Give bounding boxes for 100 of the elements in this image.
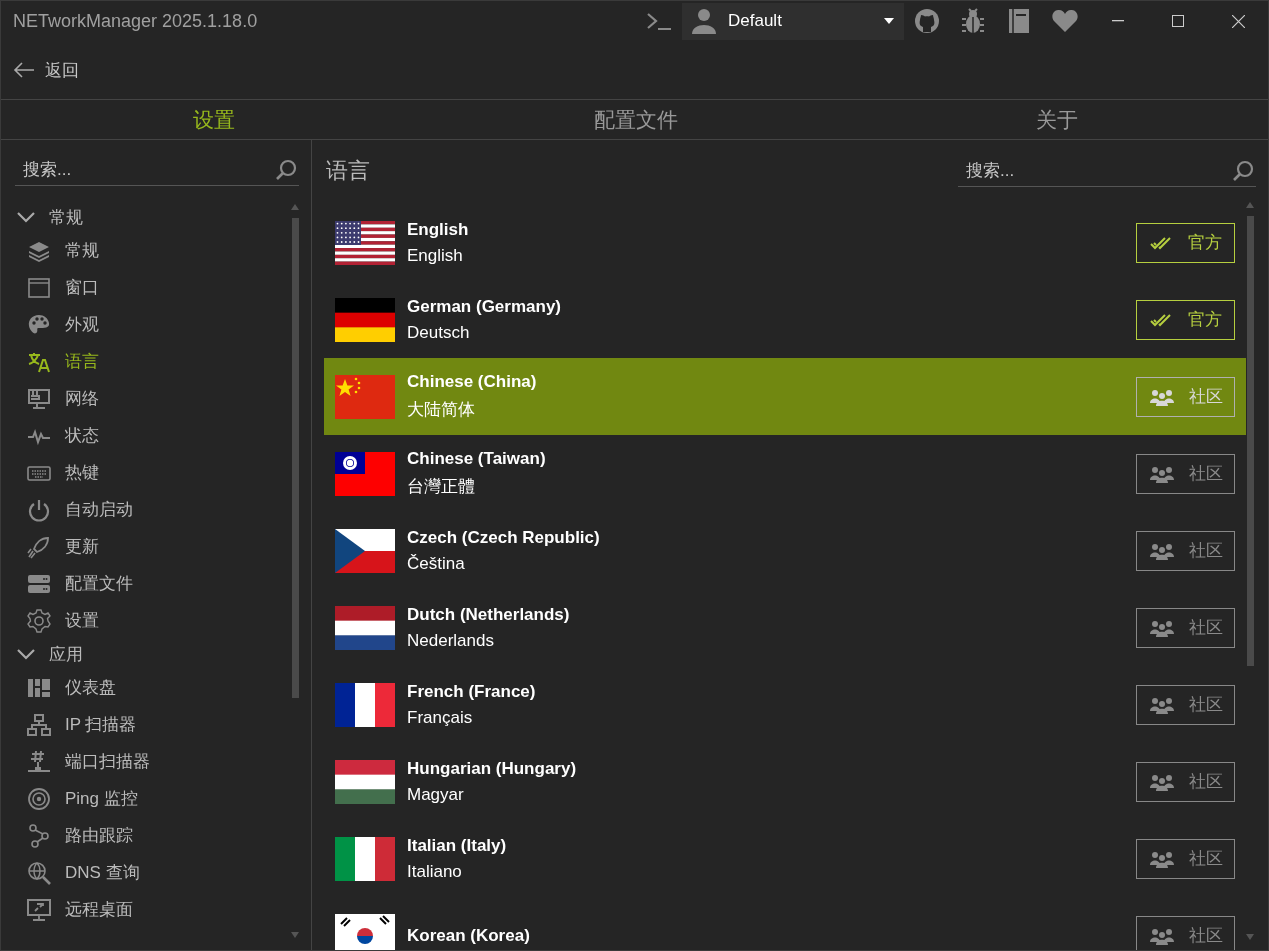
nav-item[interactable]: 语言 — [15, 343, 235, 380]
language-name: English — [407, 219, 470, 240]
profile-dropdown[interactable]: Default — [682, 2, 904, 40]
language-row[interactable]: French (France) Français 社区 — [324, 666, 1246, 743]
nav-item[interactable]: 配置文件 — [15, 565, 235, 602]
source-badge[interactable]: 社区 — [1136, 607, 1235, 648]
source-badge[interactable]: 社区 — [1136, 915, 1235, 950]
search-icon — [275, 159, 297, 181]
flag-icon — [335, 836, 395, 881]
people-icon — [1148, 387, 1175, 406]
native-name: 台灣正體 — [407, 476, 476, 498]
user-icon — [692, 8, 716, 34]
nav-item[interactable]: 端口扫描器 — [15, 743, 235, 780]
language-name: Dutch (Netherlands) — [407, 604, 571, 625]
caret-icon — [884, 18, 894, 24]
flag-icon — [335, 605, 395, 650]
source-badge[interactable]: 社区 — [1136, 453, 1235, 494]
nav-item[interactable]: 更新 — [15, 528, 235, 565]
nav-item[interactable]: 常规 — [15, 232, 235, 269]
people-icon — [1148, 464, 1175, 483]
native-name: Italiano — [407, 861, 463, 882]
nav-item[interactable]: DNS 查询 — [15, 854, 235, 891]
people-icon — [1148, 695, 1175, 714]
language-name: French (France) — [407, 681, 537, 702]
language-row[interactable]: Chinese (Taiwan) 台灣正體 社区 — [324, 435, 1246, 512]
nav-item[interactable]: 仪表盘 — [15, 669, 235, 706]
native-name: English — [407, 245, 464, 266]
nav-icon — [27, 608, 51, 633]
source-badge[interactable]: 社区 — [1136, 530, 1235, 571]
source-badge[interactable]: 社区 — [1136, 838, 1235, 879]
nav-item[interactable]: 自动启动 — [15, 491, 235, 528]
close-icon[interactable] — [1231, 14, 1245, 28]
nav-item[interactable]: 远程桌面 — [15, 891, 235, 928]
search-field[interactable]: 搜索... — [15, 154, 299, 186]
back-arrow-icon — [13, 62, 35, 78]
nav-item[interactable]: 热键 — [15, 454, 235, 491]
language-name: Chinese (China) — [407, 372, 538, 392]
language-name: Italian (Italy) — [407, 835, 508, 856]
back-button[interactable]: 返回 — [1, 58, 91, 82]
chevron-icon — [17, 211, 35, 223]
nav-icon — [27, 386, 51, 411]
nav-item[interactable]: 设置 — [15, 602, 235, 639]
group-header[interactable]: 应用 — [15, 639, 125, 669]
native-name: 大陆简体 — [407, 399, 476, 421]
people-icon — [1148, 849, 1175, 868]
language-row[interactable]: English English 官方 — [324, 204, 1246, 281]
group-header[interactable]: 常规 — [15, 202, 125, 232]
nav-icon — [27, 823, 51, 848]
people-icon — [1148, 618, 1175, 637]
language-row[interactable]: Dutch (Netherlands) Nederlands 社区 — [324, 589, 1246, 666]
nav-item[interactable]: 网络 — [15, 380, 235, 417]
tab[interactable]: 配置文件 — [426, 100, 846, 139]
nav-item[interactable]: IP 扫描器 — [15, 706, 235, 743]
flag-icon — [335, 528, 395, 573]
nav-item[interactable]: 状态 — [15, 417, 235, 454]
nav-icon — [27, 275, 51, 300]
minimize-icon[interactable] — [1112, 20, 1124, 22]
people-icon — [1148, 926, 1175, 945]
source-badge[interactable]: 官方 — [1136, 299, 1235, 340]
language-row[interactable]: Hungarian (Hungary) Magyar 社区 — [324, 743, 1246, 820]
native-name: Deutsch — [407, 322, 471, 343]
flag-icon — [335, 220, 395, 265]
flag-icon — [335, 759, 395, 804]
people-icon — [1148, 772, 1175, 791]
scrollbar-thumb[interactable] — [1247, 216, 1254, 666]
source-badge[interactable]: 社区 — [1136, 761, 1235, 802]
nav-icon — [27, 712, 51, 737]
source-badge[interactable]: 社区 — [1136, 684, 1235, 725]
nav-icon — [27, 749, 51, 774]
language-name: German (Germany) — [407, 296, 562, 317]
flag-icon — [335, 374, 395, 419]
nav-icon — [27, 786, 51, 811]
section-heading: 语言 — [326, 157, 371, 185]
native-name: Čeština — [407, 553, 466, 574]
nav-icon — [27, 860, 51, 885]
double-check-icon — [1149, 235, 1174, 250]
tab[interactable]: 设置 — [1, 100, 426, 139]
nav-item[interactable]: 窗口 — [15, 269, 235, 306]
native-name: Nederlands — [407, 630, 495, 651]
people-icon — [1148, 541, 1175, 560]
language-row[interactable]: Czech (Czech Republic) Čeština 社区 — [324, 512, 1246, 589]
window-title: NETworkManager 2025.1.18.0 — [12, 10, 259, 32]
source-badge[interactable]: 官方 — [1136, 222, 1235, 263]
language-row[interactable]: Italian (Italy) Italiano 社区 — [324, 820, 1246, 897]
language-name: Korean (Korea) — [407, 925, 531, 946]
language-row[interactable]: Chinese (China) 大陆简体 社区 — [324, 358, 1246, 435]
tab[interactable]: 关于 — [846, 100, 1268, 139]
scrollbar-thumb[interactable] — [292, 218, 299, 698]
nav-item[interactable]: 外观 — [15, 306, 235, 343]
search-field[interactable]: 搜索... — [958, 155, 1256, 187]
native-name: Français — [407, 707, 474, 728]
native-name: Magyar — [407, 784, 465, 805]
language-row[interactable]: German (Germany) Deutsch 官方 — [324, 281, 1246, 358]
nav-item[interactable]: Ping 监控 — [15, 780, 235, 817]
maximize-icon[interactable] — [1172, 15, 1184, 27]
nav-item[interactable]: 路由跟踪 — [15, 817, 235, 854]
language-row[interactable]: Korean (Korea) 社区 — [324, 897, 1246, 950]
nav-icon — [27, 497, 51, 522]
language-name: Hungarian (Hungary) — [407, 758, 578, 779]
flag-icon — [335, 451, 395, 496]
